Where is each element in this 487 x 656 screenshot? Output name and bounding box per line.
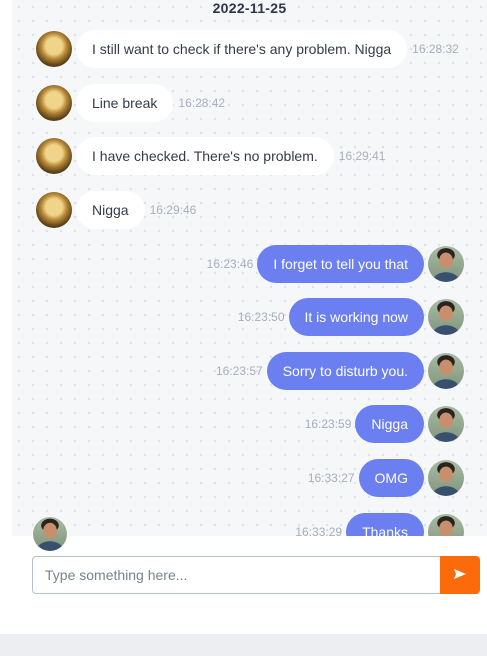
message-row: 16:33:29 Thanks [295,513,464,536]
composer [32,556,480,594]
user-avatar [428,460,464,496]
message-row: I have checked. There's no problem. 16:2… [36,137,385,175]
user-avatar [428,299,464,335]
message-bubble: Line break [76,84,174,122]
message-time: 16:29:46 [149,203,197,217]
message-bubble: Nigga [355,405,424,443]
message-row: 16:23:50 It is working now [238,298,464,336]
message-time: 16:33:29 [295,525,343,536]
message-list[interactable]: 2022-11-25 I still want to check if ther… [12,0,487,536]
message-time: 16:28:32 [412,42,459,56]
message-time: 16:23:59 [304,417,352,431]
message-bubble: Nigga [76,191,145,229]
user-avatar [428,514,464,536]
contact-avatar [36,192,72,228]
message-bubble: Thanks [346,513,424,536]
date-divider: 2022-11-25 [212,0,287,16]
current-user-avatar [32,516,68,552]
message-bubble: I still want to check if there's any pro… [76,30,408,68]
message-time: 16:28:42 [178,96,226,110]
contact-avatar [36,138,72,174]
message-time: 16:23:57 [216,364,263,378]
message-input[interactable] [32,556,440,594]
message-row: 16:23:57 Sorry to disturb you. [216,352,464,390]
message-row: I still want to check if there's any pro… [36,30,459,68]
message-time: 16:23:50 [237,310,285,324]
message-bubble: I have checked. There's no problem. [76,137,334,175]
send-icon [453,568,467,583]
message-row: Nigga 16:29:46 [36,191,196,229]
message-bubble: I forget to tell you that [257,245,424,283]
message-bubble: It is working now [288,298,424,336]
user-avatar [428,406,464,442]
chat-panel: 2022-11-25 I still want to check if ther… [0,0,487,634]
message-bubble: OMG [358,459,424,497]
message-bubble: Sorry to disturb you. [266,352,424,390]
message-time: 16:23:46 [206,257,254,271]
message-time: 16:33:27 [307,471,355,485]
contact-avatar [36,31,72,67]
send-button[interactable] [440,556,480,594]
message-time: 16:29:41 [338,149,386,163]
message-row: 16:23:59 Nigga [305,405,464,443]
message-row: 16:33:27 OMG [308,459,464,497]
message-row: 16:23:46 I forget to tell you that [207,245,464,283]
contact-avatar [36,85,72,121]
user-avatar [428,246,464,282]
user-avatar [428,353,464,389]
message-row: Line break 16:28:42 [36,84,225,122]
